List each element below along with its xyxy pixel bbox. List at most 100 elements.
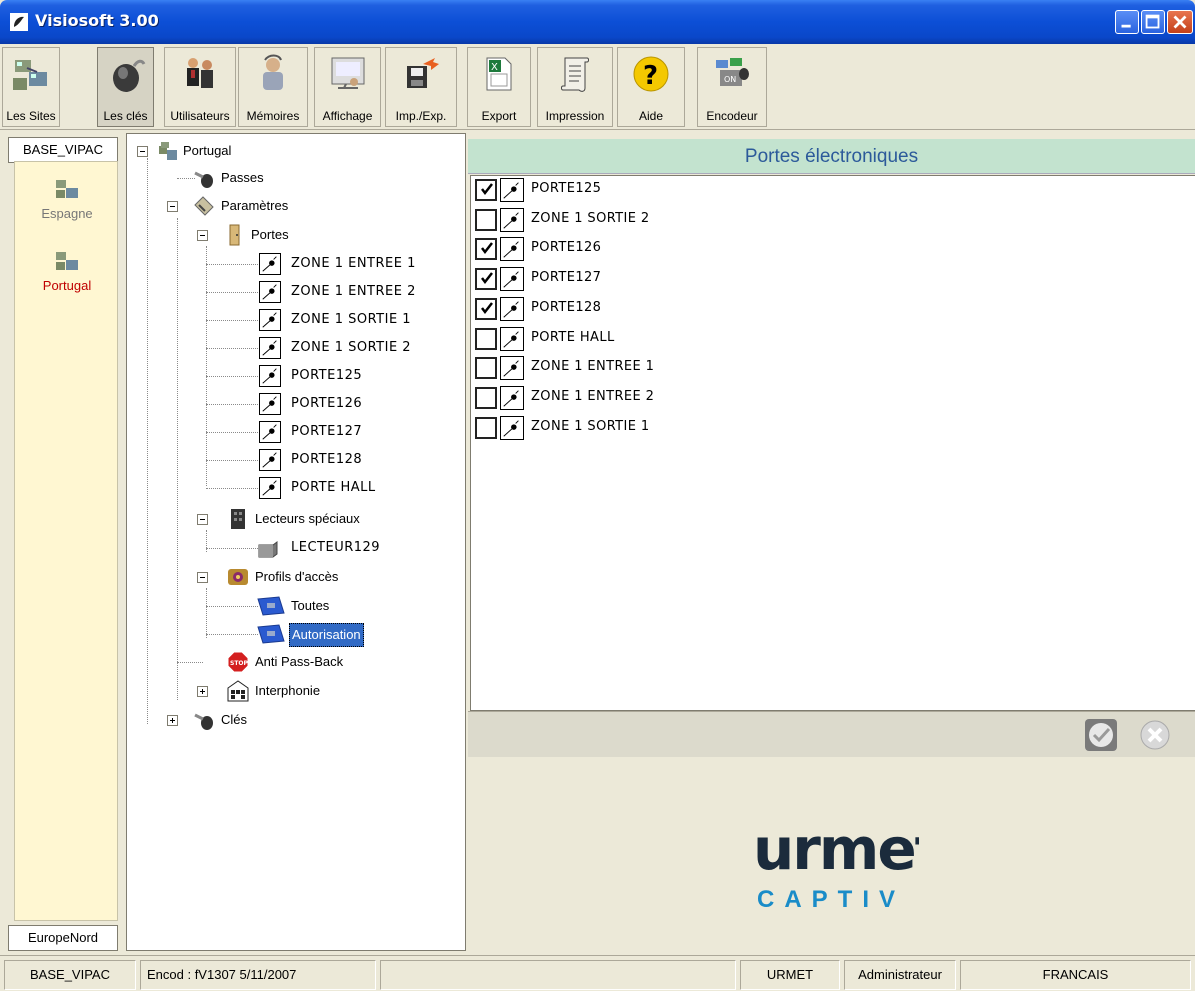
tree-node-interphonie[interactable]: Interphonie <box>127 678 457 704</box>
excel-export-icon: X <box>486 57 512 91</box>
site-item-portugal[interactable]: Portugal <box>15 248 119 293</box>
door-label: ZONE 1 SORTIE 1 <box>531 419 650 434</box>
door-checkbox[interactable] <box>475 387 497 409</box>
collapse-icon[interactable] <box>137 146 148 157</box>
toolbar-button-help[interactable]: ? Aide <box>617 47 685 127</box>
collapse-icon[interactable] <box>167 201 178 212</box>
door-checklist: PORTE125 ZONE 1 SORTIE 2 PORTE126 PORTE1… <box>470 175 1195 711</box>
tree-node-passes[interactable]: Passes <box>127 165 457 191</box>
door-lock-icon <box>500 356 524 380</box>
check-icon <box>481 183 493 196</box>
tree-label: ZONE 1 ENTREE 2 <box>291 284 416 299</box>
tree-label: Toutes <box>291 598 330 613</box>
door-checkbox[interactable] <box>475 209 497 231</box>
right-panel: Portes électroniques PORTE125 ZONE 1 SOR… <box>468 133 1195 951</box>
help-icon: ? <box>633 56 669 92</box>
door-checkbox[interactable] <box>475 238 497 260</box>
window-title: Visiosoft 3.00 <box>35 11 159 30</box>
toolbar-button-display[interactable]: Affichage <box>314 47 381 127</box>
toolbar-button-import-export[interactable]: Imp./Exp. <box>385 47 457 127</box>
tree-node-profil-autorisation[interactable]: Autorisation <box>127 621 457 647</box>
tree-view: Portugal Passes Paramètres Portes ZONE 1… <box>126 133 466 951</box>
tree-node-door[interactable]: ZONE 1 SORTIE 1 <box>127 307 457 333</box>
toolbar-button-encoder[interactable]: ON Encodeur <box>697 47 767 127</box>
door-label: PORTE125 <box>531 181 602 196</box>
expand-icon[interactable] <box>197 686 208 697</box>
toolbar-button-export[interactable]: X Export <box>467 47 531 127</box>
minimize-button[interactable] <box>1115 10 1139 34</box>
tree-node-door[interactable]: PORTE128 <box>127 447 457 473</box>
validate-button[interactable] <box>1084 718 1118 752</box>
toolbar-button-keys[interactable]: Les clés <box>97 47 154 127</box>
tree-label: PORTE127 <box>291 424 363 439</box>
door-checkbox[interactable] <box>475 328 497 350</box>
tree-node-lecteur[interactable]: LECTEUR129 <box>127 535 457 561</box>
door-lock-icon <box>259 421 281 443</box>
toolbar-button-users[interactable]: Utilisateurs <box>164 47 236 127</box>
door-lock-icon <box>259 309 281 331</box>
profile-card-icon <box>257 624 285 644</box>
tree-label: Portes <box>251 227 289 242</box>
door-label: ZONE 1 ENTREE 2 <box>531 389 655 404</box>
site-group-header-top[interactable]: BASE_VIPAC <box>8 137 118 163</box>
toolbar-label: Export <box>481 109 517 123</box>
reader-panel-icon <box>231 509 245 529</box>
close-button[interactable] <box>1167 10 1193 34</box>
door-label: ZONE 1 SORTIE 2 <box>531 211 650 226</box>
svg-text:STOP: STOP <box>230 660 249 667</box>
tree-node-door[interactable]: ZONE 1 ENTREE 1 <box>127 251 457 277</box>
maximize-button[interactable] <box>1141 10 1165 34</box>
site-item-espagne[interactable]: Espagne <box>15 176 119 221</box>
tree-node-door[interactable]: PORTE126 <box>127 391 457 417</box>
tree-node-profil-toutes[interactable]: Toutes <box>127 593 457 619</box>
site-label: Espagne <box>41 206 93 221</box>
tree-node-door[interactable]: ZONE 1 ENTREE 2 <box>127 279 457 305</box>
tree-node-root[interactable]: Portugal <box>127 138 457 164</box>
key-icon <box>194 713 213 730</box>
door-checkbox[interactable] <box>475 268 497 290</box>
tree-node-door[interactable]: PORTE125 <box>127 363 457 389</box>
tree-label: ZONE 1 ENTREE 1 <box>291 256 416 271</box>
site-group-header-bottom[interactable]: EuropeNord <box>8 925 118 951</box>
door-lock-icon <box>259 477 281 499</box>
cancel-button[interactable] <box>1138 718 1172 752</box>
toolbar-label: Mémoires <box>246 109 300 123</box>
panel-title: Portes électroniques <box>468 139 1195 174</box>
toolbar-button-print[interactable]: Impression <box>537 47 613 127</box>
tree-node-door[interactable]: PORTE HALL <box>127 475 457 501</box>
collapse-icon[interactable] <box>197 572 208 583</box>
check-icon <box>481 302 493 315</box>
svg-text:ON: ON <box>724 75 736 84</box>
expand-icon[interactable] <box>167 715 178 726</box>
tree-node-parametres[interactable]: Paramètres <box>127 193 457 219</box>
collapse-icon[interactable] <box>197 514 208 525</box>
tree-node-lecteurs[interactable]: Lecteurs spéciaux <box>127 506 457 532</box>
door-label: PORTE128 <box>531 300 602 315</box>
door-checkbox[interactable] <box>475 417 497 439</box>
tree-node-antipassback[interactable]: STOP Anti Pass-Back <box>127 649 457 675</box>
tree-node-door[interactable]: ZONE 1 SORTIE 2 <box>127 335 457 361</box>
toolbar-button-memories[interactable]: Mémoires <box>238 47 308 127</box>
tree-node-profils[interactable]: Profils d'accès <box>127 564 457 590</box>
toolbar-label: Imp./Exp. <box>395 109 447 123</box>
maximize-icon <box>1145 14 1160 29</box>
site-panel: BASE_VIPAC Espagne Portugal EuropeNord <box>4 133 122 951</box>
tree-node-portes[interactable]: Portes <box>127 222 457 248</box>
tree-label: Paramètres <box>221 198 289 213</box>
door-lock-icon <box>500 386 524 410</box>
tree-label: PORTE126 <box>291 396 363 411</box>
key-icon <box>194 171 213 188</box>
door-checkbox[interactable] <box>475 298 497 320</box>
door-lock-icon <box>500 267 524 291</box>
access-profile-icon <box>228 569 248 585</box>
toolbar-label: Utilisateurs <box>170 109 230 123</box>
door-checkbox[interactable] <box>475 179 497 201</box>
door-lock-icon <box>500 416 524 440</box>
collapse-icon[interactable] <box>197 230 208 241</box>
toolbar-button-sites[interactable]: Les Sites <box>2 47 60 127</box>
status-language: FRANCAIS <box>960 960 1191 990</box>
tree-node-door[interactable]: PORTE127 <box>127 419 457 445</box>
key-fob-icon <box>112 59 145 92</box>
tree-node-cles[interactable]: Clés <box>127 707 457 733</box>
door-checkbox[interactable] <box>475 357 497 379</box>
